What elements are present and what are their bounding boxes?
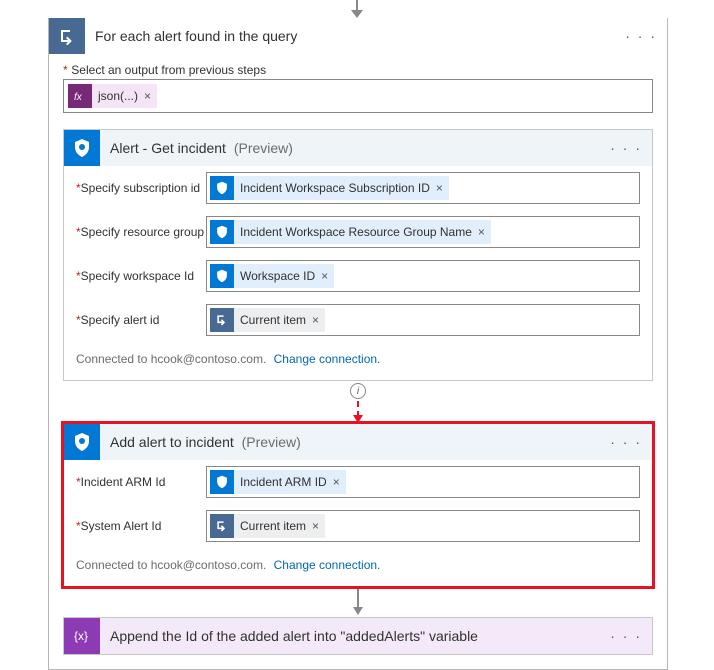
arrow-down-icon <box>353 607 363 615</box>
arrow-down-icon <box>353 415 363 423</box>
resourcegroup-field[interactable]: Incident Workspace Resource Group Name × <box>206 216 640 248</box>
append-variable-card: {x} Append the Id of the added alert int… <box>63 617 653 655</box>
foreach-header[interactable]: For each alert found in the query · · · <box>49 18 667 54</box>
sentinel-icon <box>210 264 234 288</box>
remove-pill-icon[interactable]: × <box>321 269 328 283</box>
get-incident-title: Alert - Get incident (Preview) <box>110 140 610 156</box>
select-output-section: * Select an output from previous steps f… <box>49 54 667 117</box>
get-incident-card: Alert - Get incident (Preview) · · · Spe… <box>63 129 653 381</box>
required-star: * <box>63 63 68 77</box>
foreach-container: For each alert found in the query · · · … <box>48 18 668 670</box>
connector <box>49 587 667 617</box>
incident-arm-field[interactable]: Incident ARM ID × <box>206 466 640 498</box>
json-expression-pill[interactable]: fx json(...) × <box>68 84 157 108</box>
add-alert-card: Add alert to incident (Preview) · · · In… <box>63 423 653 587</box>
change-connection-link[interactable]: Change connection. <box>274 558 381 572</box>
subscription-pill[interactable]: Incident Workspace Subscription ID × <box>210 176 449 200</box>
incident-arm-pill[interactable]: Incident ARM ID × <box>210 470 346 494</box>
sentinel-icon <box>64 130 100 166</box>
resourcegroup-pill[interactable]: Incident Workspace Resource Group Name × <box>210 220 491 244</box>
foreach-title: For each alert found in the query <box>95 28 625 44</box>
subscription-label: Specify subscription id <box>76 181 206 195</box>
sentinel-icon <box>64 424 100 460</box>
subscription-field[interactable]: Incident Workspace Subscription ID × <box>206 172 640 204</box>
resourcegroup-label: Specify resource group <box>76 225 206 239</box>
add-alert-title: Add alert to incident (Preview) <box>110 434 610 450</box>
connection-info: Connected to hcook@contoso.com. Change c… <box>64 548 652 586</box>
incident-arm-label: Incident ARM Id <box>76 475 206 489</box>
menu-icon[interactable]: · · · <box>625 28 657 44</box>
add-alert-header[interactable]: Add alert to incident (Preview) · · · <box>64 424 652 460</box>
remove-pill-icon[interactable]: × <box>333 475 340 489</box>
info-icon[interactable]: i <box>350 383 366 399</box>
menu-icon[interactable]: · · · <box>610 140 642 156</box>
connector: i <box>49 381 667 423</box>
sentinel-icon <box>210 176 234 200</box>
menu-icon[interactable]: · · · <box>610 628 642 644</box>
get-incident-header[interactable]: Alert - Get incident (Preview) · · · <box>64 130 652 166</box>
append-variable-header[interactable]: {x} Append the Id of the added alert int… <box>64 618 652 654</box>
remove-pill-icon[interactable]: × <box>144 89 151 103</box>
append-variable-title: Append the Id of the added alert into "a… <box>110 628 610 644</box>
foreach-icon <box>210 514 234 538</box>
connection-info: Connected to hcook@contoso.com. Change c… <box>64 342 652 380</box>
sentinel-icon <box>210 220 234 244</box>
remove-pill-icon[interactable]: × <box>312 313 319 327</box>
remove-pill-icon[interactable]: × <box>478 225 485 239</box>
currentitem-pill[interactable]: Current item × <box>210 514 325 538</box>
workspace-label: Specify workspace Id <box>76 269 206 283</box>
workspace-field[interactable]: Workspace ID × <box>206 260 640 292</box>
fx-icon: fx <box>68 84 92 108</box>
variable-icon: {x} <box>64 618 100 654</box>
json-expression-text: json(...) <box>98 89 138 103</box>
select-output-field[interactable]: fx json(...) × <box>63 79 653 113</box>
change-connection-link[interactable]: Change connection. <box>274 352 381 366</box>
menu-icon[interactable]: · · · <box>610 434 642 450</box>
system-alert-label: System Alert Id <box>76 519 206 533</box>
svg-text:{x}: {x} <box>74 629 88 643</box>
sentinel-icon <box>210 470 234 494</box>
select-output-label: Select an output from previous steps <box>71 63 266 77</box>
arrow-down-icon <box>347 0 367 18</box>
foreach-icon <box>210 308 234 332</box>
workspace-pill[interactable]: Workspace ID × <box>210 264 334 288</box>
system-alert-field[interactable]: Current item × <box>206 510 640 542</box>
currentitem-pill[interactable]: Current item × <box>210 308 325 332</box>
alertid-label: Specify alert id <box>76 313 206 327</box>
remove-pill-icon[interactable]: × <box>436 181 443 195</box>
alertid-field[interactable]: Current item × <box>206 304 640 336</box>
remove-pill-icon[interactable]: × <box>312 519 319 533</box>
svg-text:fx: fx <box>74 92 83 103</box>
foreach-icon <box>49 18 85 54</box>
